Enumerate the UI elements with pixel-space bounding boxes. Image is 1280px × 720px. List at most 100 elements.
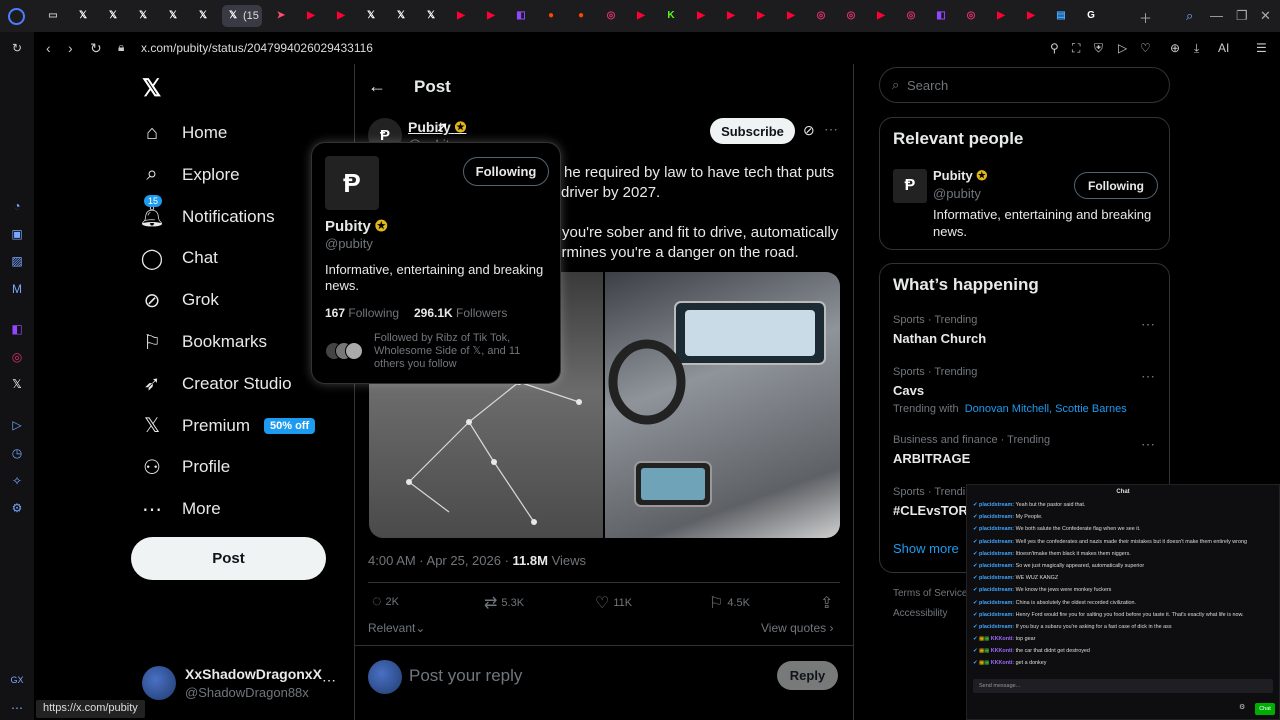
hover-followers-stat[interactable]: 296.1K Followers: [414, 306, 507, 320]
chat-send-button[interactable]: Chat: [1255, 703, 1275, 715]
url-field[interactable]: x.com/pubity/status/2047994026029433116: [141, 41, 373, 55]
bookmark-action[interactable]: ⚐ 4.5K: [709, 593, 750, 613]
hover-following-stat[interactable]: 167 Following: [325, 306, 399, 320]
more-options-icon[interactable]: ⋯: [824, 121, 838, 138]
settings-icon[interactable]: ⚙: [9, 500, 25, 516]
more-options-icon[interactable]: ⋯: [1141, 368, 1156, 385]
search-box[interactable]: ⌕ Search: [879, 67, 1170, 103]
browser-tab[interactable]: ▶: [1020, 5, 1042, 27]
hover-avatar[interactable]: Ᵽ: [325, 156, 379, 210]
browser-tab[interactable]: ◎: [810, 5, 832, 27]
browser-tab[interactable]: G: [1080, 5, 1102, 27]
browser-tab[interactable]: 𝕏: [360, 5, 382, 27]
more-icon[interactable]: ⋯: [9, 700, 25, 716]
chat-username[interactable]: placidstream:: [979, 600, 1014, 606]
x-logo-icon[interactable]: 𝕏: [142, 74, 161, 103]
reply-button[interactable]: Reply: [777, 661, 838, 690]
like-action[interactable]: ♡ 11K: [595, 593, 632, 613]
player-icon[interactable]: ▷: [1118, 41, 1127, 55]
account-switcher[interactable]: XxShadowDragonxX @ShadowDragon88x ⋯: [140, 664, 340, 704]
sort-dropdown[interactable]: Relevant⌄: [368, 621, 425, 635]
more-options-icon[interactable]: ⋯: [1141, 316, 1156, 333]
accessibility-link[interactable]: Accessibility: [893, 608, 947, 619]
reply-input[interactable]: Post your reply: [409, 666, 522, 686]
ai-button[interactable]: AI: [1218, 41, 1229, 55]
repost-action[interactable]: ⇄ 5.3K: [484, 593, 524, 613]
opera-logo-icon[interactable]: [8, 8, 25, 25]
browser-tab[interactable]: ◧: [510, 5, 532, 27]
nav-item-bookmarks[interactable]: ⚐ Bookmarks: [140, 322, 267, 362]
grok-icon[interactable]: ⊘: [803, 122, 815, 139]
extensions-icon[interactable]: ✧: [9, 473, 25, 489]
chat-username[interactable]: placidstream:: [979, 563, 1014, 569]
person-name[interactable]: Pubity ✪: [933, 168, 987, 184]
search-input[interactable]: Search: [907, 78, 948, 93]
browser-tab[interactable]: ▶: [870, 5, 892, 27]
instagram-icon[interactable]: ◎: [9, 349, 25, 365]
browser-tab[interactable]: ◎: [960, 5, 982, 27]
browser-tab[interactable]: 𝕏: [72, 5, 94, 27]
browser-tab[interactable]: ◧: [930, 5, 952, 27]
nav-item-chat[interactable]: ◯ Chat: [140, 238, 218, 278]
chat-username[interactable]: placidstream:: [979, 526, 1014, 532]
trend-item[interactable]: Sports · Trending Nathan Church ⋯: [893, 314, 1163, 346]
following-button[interactable]: Following: [463, 157, 549, 186]
chat-username[interactable]: KKKonti:: [991, 648, 1014, 654]
back-arrow-icon[interactable]: ←: [368, 76, 386, 97]
chat-username[interactable]: placidstream:: [979, 587, 1014, 593]
nav-item-more[interactable]: ⋯ More: [140, 489, 221, 529]
twitch-icon[interactable]: ◧: [9, 321, 25, 337]
wallet-icon[interactable]: ⊕: [1170, 41, 1180, 55]
browser-tab[interactable]: ➤: [270, 5, 292, 27]
snapshot-icon[interactable]: ⛶: [1072, 41, 1080, 56]
share-icon[interactable]: ⇪: [820, 593, 833, 613]
more-options-icon[interactable]: ⋯: [322, 672, 336, 689]
browser-tab[interactable]: 𝕏: [192, 5, 214, 27]
browser-tab[interactable]: ▤: [1050, 5, 1072, 27]
chat-username[interactable]: placidstream:: [979, 624, 1014, 630]
nav-item-explore[interactable]: ⌕ Explore: [140, 155, 239, 195]
chat-username[interactable]: KKKonti:: [991, 636, 1014, 642]
heart-icon[interactable]: ♡: [1140, 41, 1151, 55]
chat-username[interactable]: placidstream:: [979, 539, 1014, 545]
browser-tab[interactable]: ▶: [690, 5, 712, 27]
nav-item-profile[interactable]: ⚇ Profile: [140, 447, 230, 487]
browser-tab[interactable]: ●: [540, 5, 562, 27]
followed-by-text[interactable]: Followed by Ribz of Tik Tok, Wholesome S…: [374, 332, 549, 371]
browser-tab[interactable]: ▶: [990, 5, 1012, 27]
aria-icon[interactable]: ◔: [9, 198, 25, 214]
post-button[interactable]: Post: [131, 537, 326, 580]
chat-username[interactable]: placidstream:: [979, 502, 1014, 508]
x-icon[interactable]: 𝕏: [9, 376, 25, 392]
nav-item-grok[interactable]: ⊘ Grok: [140, 280, 219, 320]
new-tab-icon[interactable]: ＋: [1139, 8, 1152, 27]
browser-tab[interactable]: ▶: [330, 5, 352, 27]
browser-tab[interactable]: ●: [570, 5, 592, 27]
chat-settings-icon[interactable]: ⚙: [1239, 703, 1245, 711]
browser-tab[interactable]: ▶: [480, 5, 502, 27]
browser-tab[interactable]: 𝕏: [390, 5, 412, 27]
browser-tab[interactable]: ◎: [900, 5, 922, 27]
view-quotes-link[interactable]: View quotes ›: [761, 621, 834, 635]
trend-item[interactable]: Business and finance · Trending ARBITRAGE…: [893, 434, 1163, 466]
browser-tab[interactable]: ◎: [600, 5, 622, 27]
show-more-link[interactable]: Show more: [893, 541, 959, 556]
shield-icon[interactable]: ⛨: [1094, 41, 1103, 56]
sidebar-tool-icon[interactable]: ▨: [9, 253, 25, 269]
browser-tab[interactable]: ▭: [42, 5, 64, 27]
download-icon[interactable]: ⤓: [1194, 41, 1199, 56]
menu-icon[interactable]: ☰: [1256, 41, 1267, 55]
pin-icon[interactable]: ⚲: [1050, 41, 1059, 55]
browser-tab[interactable]: 𝕏: [132, 5, 154, 27]
hover-name[interactable]: Pubity ✪: [325, 217, 388, 235]
chat-username[interactable]: placidstream:: [979, 575, 1014, 581]
restore-icon[interactable]: ❐: [1236, 8, 1248, 24]
chat-username[interactable]: placidstream:: [979, 612, 1014, 618]
chat-username[interactable]: placidstream:: [979, 514, 1014, 520]
close-window-icon[interactable]: ✕: [1260, 8, 1271, 24]
browser-tab[interactable]: ▶: [720, 5, 742, 27]
nav-item-notifications[interactable]: 🔔︎ Notifications 15: [139, 194, 275, 237]
browser-tab[interactable]: 𝕏 (15: [222, 5, 262, 27]
nav-item-home[interactable]: ⌂ Home: [140, 113, 227, 153]
back-icon[interactable]: ‹: [46, 40, 51, 56]
